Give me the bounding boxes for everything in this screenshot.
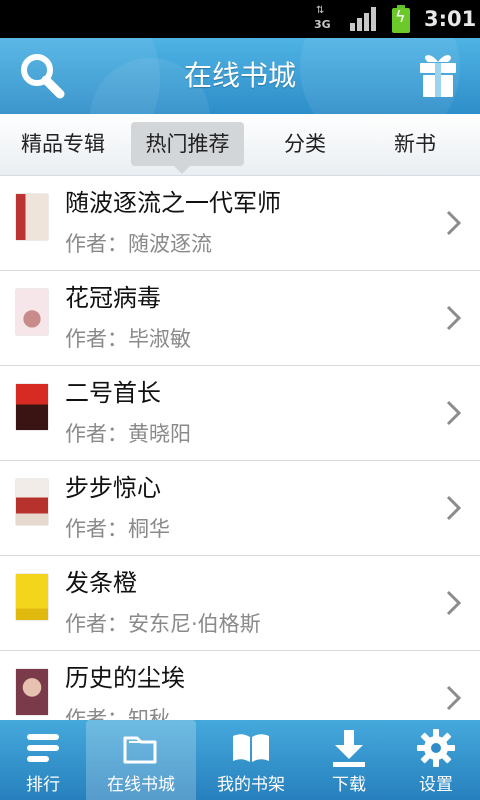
category-tabs: 精品专辑 热门推荐 分类 新书 [0,114,480,176]
nav-label: 下载 [332,775,366,795]
chevron-right-icon [446,685,462,711]
nav-ranking[interactable]: 排行 [0,720,86,800]
open-book-icon [233,734,269,762]
download-icon [333,730,365,767]
book-title: 随波逐流之一代军师 [65,189,281,217]
nav-label: 排行 [26,775,60,795]
tab-categories[interactable]: 分类 [260,122,350,166]
book-cover [16,384,48,430]
network-3g-icon: ⇅ 3G [314,5,331,31]
list-item[interactable]: 花冠病毒 作者：毕淑敏 [0,271,480,366]
nav-download[interactable]: 下载 [306,720,392,800]
tab-new-books[interactable]: 新书 [370,122,460,166]
list-item[interactable]: 二号首长 作者：黄晓阳 [0,366,480,461]
nav-label: 我的书架 [217,775,285,795]
nav-online-store[interactable]: 在线书城 [86,720,196,800]
chevron-right-icon [446,495,462,521]
book-author: 作者：桐华 [65,517,170,541]
book-title: 步步惊心 [65,474,161,502]
signal-strength-icon [350,7,378,31]
book-title: 发条橙 [65,569,137,597]
list-item[interactable]: 历史的尘埃 作者：知秋 [0,651,480,720]
book-author: 作者：随波逐流 [65,232,212,256]
chevron-right-icon [446,590,462,616]
nav-my-bookshelf[interactable]: 我的书架 [196,720,306,800]
chevron-right-icon [446,305,462,331]
tab-featured-albums[interactable]: 精品专辑 [8,122,118,166]
book-author: 作者：黄晓阳 [65,422,191,446]
book-author: 作者：知秋 [65,707,170,720]
page-title: 在线书城 [183,59,296,92]
chevron-right-icon [446,210,462,236]
list-item[interactable]: 步步惊心 作者：桐华 [0,461,480,556]
book-title: 二号首长 [65,379,161,407]
tab-hot-recommend[interactable]: 热门推荐 [131,122,244,166]
book-author: 作者：毕淑敏 [65,327,191,351]
gear-icon [417,729,455,767]
gift-button[interactable] [410,48,466,104]
book-title: 花冠病毒 [65,284,161,312]
active-tab-pointer [170,162,194,174]
book-title: 历史的尘埃 [65,664,185,692]
chevron-right-icon [446,400,462,426]
list-item[interactable]: 随波逐流之一代军师 作者：随波逐流 [0,176,480,271]
book-cover [16,669,48,715]
book-cover [16,289,48,335]
book-cover [16,479,48,525]
status-time: 3:01 [424,7,477,31]
book-list: 随波逐流之一代军师 作者：随波逐流 花冠病毒 作者：毕淑敏 二号首长 作者：黄晓… [0,176,480,720]
nav-label: 在线书城 [107,775,175,795]
list-item[interactable]: 发条橙 作者：安东尼·伯格斯 [0,556,480,651]
header-bar: 在线书城 [0,38,480,114]
status-bar: ⇅ 3G ϟ 3:01 [0,0,480,38]
gift-icon [420,55,456,97]
search-button[interactable] [14,48,70,104]
nav-settings[interactable]: 设置 [392,720,480,800]
nav-label: 设置 [419,775,453,795]
battery-charging-icon: ϟ [392,5,410,33]
search-icon [21,54,65,99]
list-icon [27,734,59,762]
bottom-navigation: 排行 在线书城 我的书架 下载 设置 [0,720,480,800]
book-cover [16,574,48,620]
book-cover [16,194,48,240]
folder-icon [123,736,157,764]
book-author: 作者：安东尼·伯格斯 [65,612,261,636]
